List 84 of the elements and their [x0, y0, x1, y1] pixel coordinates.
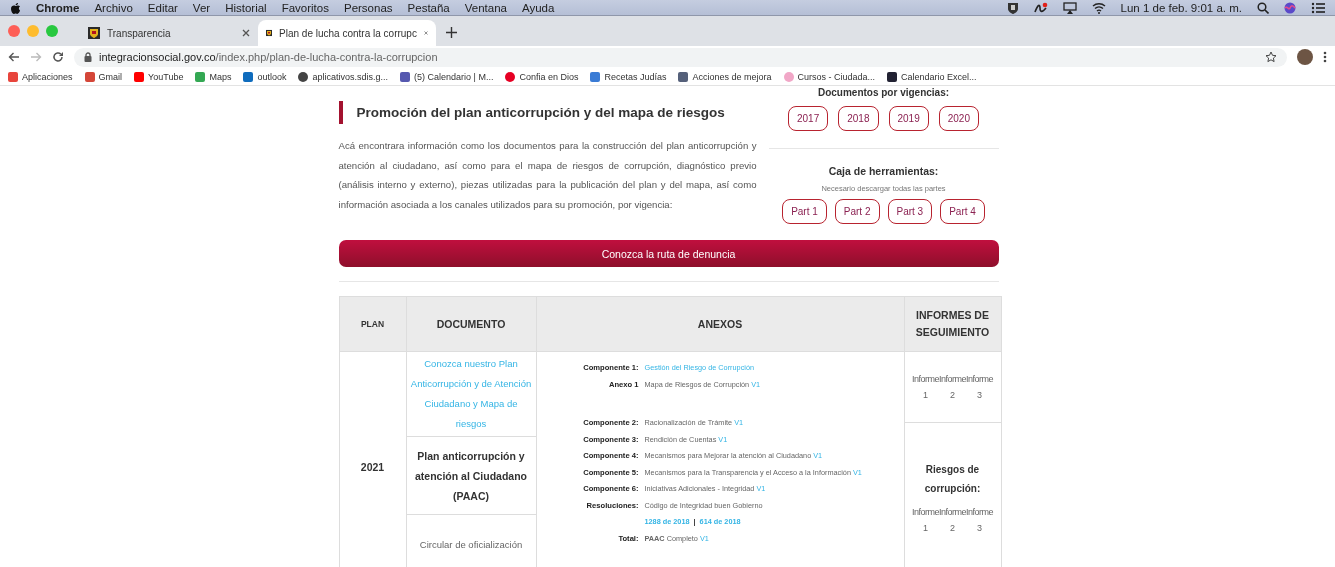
- menu-item[interactable]: Ayuda: [522, 1, 555, 14]
- favicon-icon: [134, 71, 145, 82]
- column-header: ANEXOS: [536, 296, 904, 352]
- vigencias-title: Documentos por vigencias:: [817, 88, 950, 98]
- favicon-icon: [783, 71, 794, 82]
- bookmark-link[interactable]: Aplicaciones: [8, 71, 73, 82]
- bookmark-link[interactable]: Gmail: [84, 71, 123, 82]
- menu-item[interactable]: Historial: [225, 1, 267, 14]
- crest-favicon-icon: [266, 27, 273, 39]
- bookmark-link[interactable]: outlook: [243, 71, 287, 82]
- favicon-icon: [8, 71, 18, 82]
- apple-icon: [10, 1, 21, 14]
- close-icon[interactable]: [242, 29, 250, 37]
- back-arrow-icon[interactable]: [8, 52, 20, 62]
- browser-tab[interactable]: Transparencia: [80, 20, 258, 46]
- part-button[interactable]: Part 1: [782, 199, 827, 224]
- favicon-icon: [195, 71, 206, 82]
- reload-icon[interactable]: [52, 51, 64, 63]
- wifi-icon[interactable]: [1091, 1, 1106, 14]
- lock-icon: [84, 52, 92, 62]
- report-link[interactable]: Informe 3: [966, 371, 993, 403]
- column-header: PLAN: [339, 296, 406, 352]
- bookmark-link[interactable]: aplicativos.sdis.g...: [298, 71, 388, 82]
- report-link[interactable]: Informe 2: [939, 504, 966, 536]
- year-button[interactable]: 2020: [938, 106, 979, 131]
- favicon-icon: [887, 71, 898, 82]
- menu-item[interactable]: Archivo: [94, 1, 133, 14]
- list-icon[interactable]: [1311, 1, 1325, 14]
- reports-title: Riesgos de corrupción:: [923, 463, 982, 496]
- favicon-icon: [243, 71, 254, 82]
- address-bar[interactable]: integracionsocial.gov.co/index.php/plan-de-lucha-contra-la-corrupcion: [74, 47, 1287, 67]
- report-link[interactable]: Informe 1: [911, 504, 939, 536]
- bookmark-link[interactable]: Recetas Judías: [590, 71, 667, 82]
- report-link[interactable]: Informe 2: [939, 371, 966, 403]
- part-button[interactable]: Part 2: [834, 199, 880, 224]
- menu-item[interactable]: Favoritos: [281, 1, 329, 14]
- favicon-icon: [505, 71, 516, 82]
- menu-item[interactable]: Ver: [192, 1, 211, 14]
- favicon-icon: [400, 71, 410, 82]
- bookmark-link[interactable]: Maps: [195, 71, 232, 82]
- clock[interactable]: Lun 1 de feb. 9:01 a. m.: [1120, 1, 1242, 14]
- avatar-icon[interactable]: [1297, 49, 1313, 65]
- plus-icon[interactable]: [446, 27, 457, 38]
- year-button[interactable]: 2019: [888, 106, 929, 131]
- favicon-icon: [298, 71, 309, 82]
- part-button[interactable]: Part 3: [887, 199, 933, 224]
- favicon-icon: [84, 71, 95, 82]
- year-button[interactable]: 2017: [788, 106, 829, 131]
- close-icon[interactable]: [423, 29, 428, 37]
- report-link[interactable]: Informe 1: [911, 371, 939, 403]
- report-link[interactable]: Informe 3: [966, 504, 993, 536]
- document-title: Plan anticorrupción y atención al Ciudadano (PAAC): [406, 437, 536, 515]
- menu-item[interactable]: Editar: [147, 1, 178, 14]
- star-icon[interactable]: [1265, 51, 1277, 63]
- column-header: INFORMES DE SEGUIMIENTO: [904, 296, 1001, 352]
- column-header: DOCUMENTO: [406, 296, 536, 352]
- url-text: integracionsocial.gov.co/index.php/plan-de-lucha-contra-la-corrupcion: [99, 51, 438, 63]
- menu-item[interactable]: Ventana: [464, 1, 507, 14]
- description-text: Acá encontrara información como los documentos para la construcción del plan anticorrupción y atención al ciudadano, así como para el mapa de riesgos de corrupción, diagnóstico previo (análisis interno y externo), piezas utilizadas para la publicación del plan y del mapa, así como información asociada a los canales utilizados para su promoción, por vigencia:: [338, 139, 757, 212]
- crest-favicon-icon: [88, 27, 100, 39]
- menu-item[interactable]: Pestaña: [407, 1, 450, 14]
- browser-tab[interactable]: Plan de lucha contra la corrupc: [258, 20, 436, 46]
- section-heading: Promoción del plan anticorrupción y del mapa de riesgos: [338, 101, 757, 124]
- bookmark-link[interactable]: YouTube: [134, 71, 184, 82]
- airplay-icon[interactable]: [1062, 1, 1077, 14]
- more-menu-icon[interactable]: [1323, 51, 1327, 63]
- shield-icon[interactable]: [1006, 1, 1019, 14]
- plan-cell: 2021: [339, 351, 406, 567]
- menu-item[interactable]: Personas: [343, 1, 393, 14]
- menu-item[interactable]: Chrome: [36, 1, 80, 14]
- year-button[interactable]: 2018: [838, 106, 879, 131]
- favicon-icon: [678, 71, 689, 82]
- bookmark-link[interactable]: Calendario Excel...: [887, 71, 977, 82]
- search-icon[interactable]: [1257, 1, 1269, 14]
- bookmark-link[interactable]: Acciones de mejora: [678, 71, 772, 82]
- siri-icon[interactable]: [1284, 1, 1296, 14]
- bookmark-link[interactable]: (5) Calendario | M...: [400, 71, 494, 82]
- denuncia-button[interactable]: Conozca la ruta de denuncia: [338, 240, 999, 267]
- favicon-icon: [590, 71, 601, 82]
- part-button[interactable]: Part 4: [940, 199, 985, 224]
- document-cell-text: Circular de oficialización: [418, 538, 524, 552]
- bookmark-link[interactable]: Cursos - Ciudada...: [783, 71, 876, 82]
- bookmark-link[interactable]: Confia en Dios: [505, 71, 579, 82]
- toolbox-title: Caja de herramientas:: [828, 165, 939, 177]
